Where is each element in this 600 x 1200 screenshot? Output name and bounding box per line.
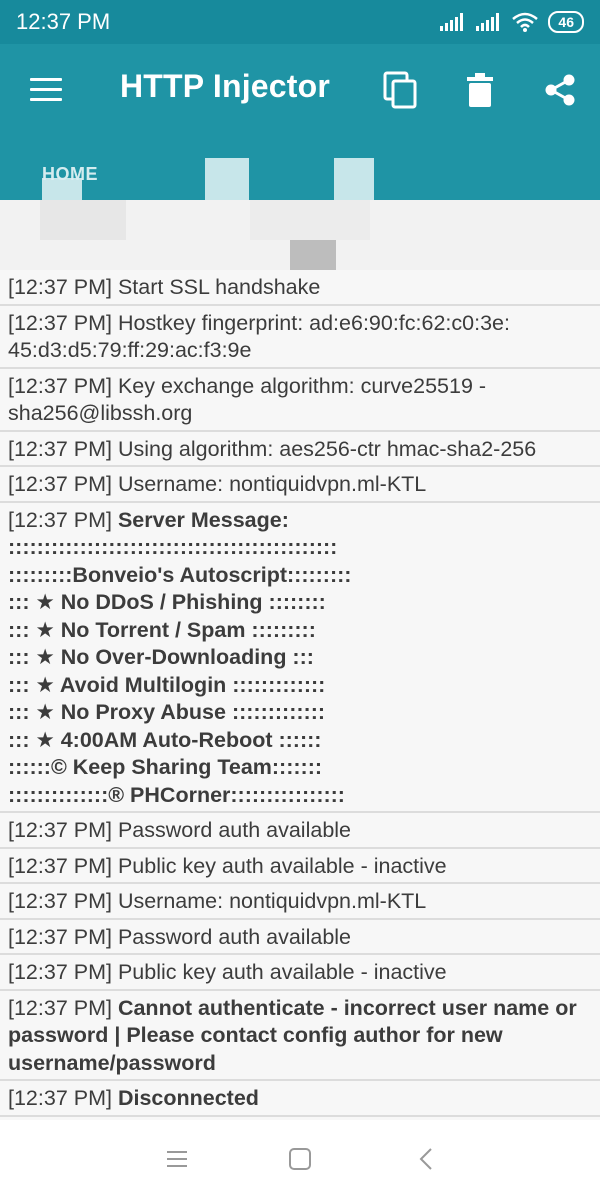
blurred-area	[0, 200, 600, 270]
log-entry: [12:37 PM] Public key auth available - i…	[0, 955, 600, 991]
copy-icon[interactable]	[380, 70, 420, 110]
log-timestamp: [12:37 PM]	[8, 275, 118, 299]
status-icons: 46	[440, 11, 584, 33]
recent-apps-icon[interactable]	[164, 1146, 190, 1172]
log-text: Username: nontiquidvpn.ml-KTL	[117, 889, 427, 913]
server-message-line: ::::::::::::::::::::::::::::::::::::::::…	[8, 535, 338, 559]
log-timestamp: [12:37 PM]	[8, 507, 118, 532]
log-timestamp: [12:37 PM]	[8, 436, 118, 461]
log-text: Public key auth available - inactive	[117, 960, 447, 984]
home-icon[interactable]	[287, 1146, 313, 1172]
log-timestamp: [12:37 PM]	[8, 853, 118, 878]
log-timestamp: [12:37 PM]	[8, 924, 118, 949]
redaction-block	[334, 158, 374, 200]
log-entry: [12:37 PM] Password auth available	[0, 813, 600, 849]
tab-bar: HOME	[0, 138, 600, 200]
log-entry: [12:37 PM] Password auth available	[0, 920, 600, 955]
signal-icon	[476, 13, 500, 31]
log-timestamp: [12:37 PM]	[8, 1086, 118, 1110]
server-message-line: ::: ★ No Torrent / Spam :::::::::	[8, 617, 316, 642]
server-message-line: ::::::© Keep Sharing Team:::::::	[8, 755, 323, 779]
server-message-line: ::: ★ Avoid Multilogin :::::::::::::	[8, 672, 326, 697]
log-text: Password auth available	[117, 924, 352, 949]
log-text: Public key auth available - inactive	[117, 853, 447, 878]
wifi-icon	[512, 12, 539, 32]
app-title: HTTP Injector	[120, 68, 331, 104]
server-message-title: Server Message:	[117, 507, 289, 532]
log-entry: [12:37 PM] Cannot authenticate - incorre…	[0, 991, 600, 1081]
battery-icon: 46	[548, 11, 584, 33]
log-text: Username: nontiquidvpn.ml-KTL	[117, 472, 427, 496]
log-entry: [12:37 PM] Using algorithm: aes256-ctr h…	[0, 432, 600, 467]
log-entry: [12:37 PM] Username: nontiquidvpn.ml-KTL	[0, 884, 600, 920]
server-message-line: :::::::::Bonveio's Autoscript:::::::::	[8, 562, 352, 587]
log-entry: [12:37 PM] Username: nontiquidvpn.ml-KTL	[0, 467, 600, 503]
log-entry: [12:37 PM] Public key auth available - i…	[0, 849, 600, 884]
server-message-line: ::::::::::::::® PHCorner::::::::::::::::	[8, 782, 345, 807]
log-timestamp: [12:37 PM]	[8, 310, 118, 335]
app-bar: HTTP Injector	[0, 44, 600, 138]
log-text: Using algorithm: aes256-ctr hmac-sha2-25…	[117, 436, 537, 461]
log-timestamp: [12:37 PM]	[8, 889, 118, 913]
log-entry-server-message: [12:37 PM] Server Message:::::::::::::::…	[0, 503, 600, 813]
server-message-line: ::: ★ No DDoS / Phishing ::::::::	[8, 590, 326, 614]
server-message-line: ::: ★ No Proxy Abuse :::::::::::::	[8, 700, 326, 724]
log-timestamp: [12:37 PM]	[8, 960, 118, 984]
log-timestamp: [12:37 PM]	[8, 995, 118, 1020]
log-timestamp: [12:37 PM]	[8, 818, 118, 842]
log-timestamp: [12:37 PM]	[8, 373, 118, 398]
navigation-bar	[0, 1120, 600, 1200]
log-text: Start SSL handshake	[117, 275, 321, 299]
log-entry: [12:37 PM] Hostkey fingerprint: ad:e6:90…	[0, 306, 600, 369]
log-timestamp: [12:37 PM]	[8, 472, 118, 496]
back-icon[interactable]	[414, 1146, 440, 1172]
log-entry: [12:37 PM] Key exchange algorithm: curve…	[0, 369, 600, 432]
log-list[interactable]: [12:37 PM] Start SSL handshake [12:37 PM]…	[0, 270, 600, 1120]
log-entry: [12:37 PM] Start SSL handshake	[0, 270, 600, 306]
server-message-line: ::: ★ 4:00AM Auto-Reboot ::::::	[8, 727, 322, 752]
signal-icon	[440, 13, 464, 31]
status-time: 12:37 PM	[16, 9, 111, 34]
share-icon[interactable]	[540, 70, 580, 110]
redaction-block	[205, 158, 249, 200]
trash-icon[interactable]	[460, 70, 500, 110]
server-message-line: ::: ★ No Over-Downloading :::	[8, 645, 314, 669]
status-bar: 12:37 PM 46	[0, 0, 600, 44]
log-text: Password auth available	[117, 818, 352, 842]
log-text: Disconnected	[117, 1086, 259, 1110]
redaction-block	[42, 178, 82, 200]
log-entry: [12:37 PM] Disconnected	[0, 1081, 600, 1117]
menu-icon[interactable]	[30, 78, 62, 102]
